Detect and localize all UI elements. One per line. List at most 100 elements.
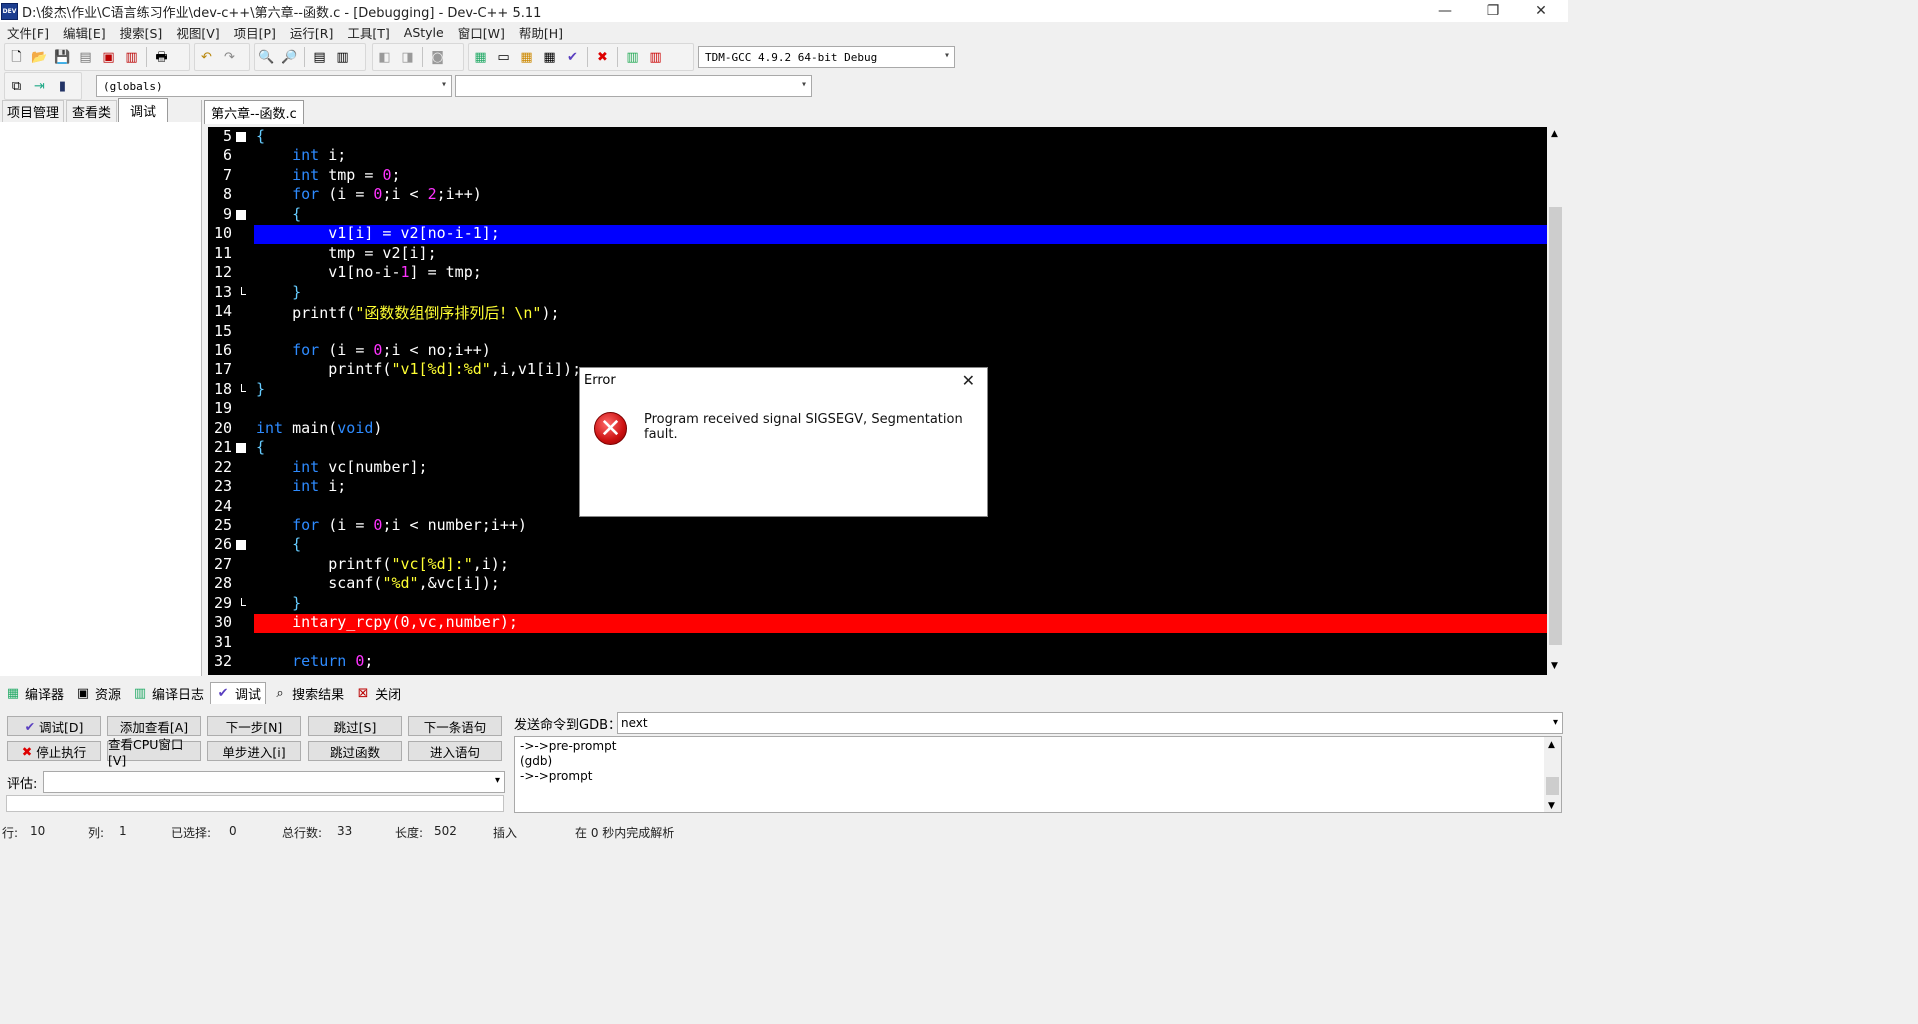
compile-run-icon[interactable]: ▦ [517, 48, 536, 67]
fold-toggle-icon[interactable] [236, 540, 246, 551]
unindent-icon[interactable]: ◨ [398, 48, 417, 67]
toggle-comment-icon[interactable]: ◙ [428, 48, 447, 67]
run-icon[interactable]: ▭ [494, 48, 513, 67]
find-icon[interactable]: 🔍 [257, 48, 276, 67]
stop-icon: ✖ [21, 743, 33, 759]
scroll-down-icon[interactable]: ▼ [1551, 661, 1558, 671]
check-icon: ✔ [24, 718, 36, 734]
tab-search[interactable]: ⌕ 搜索结果 [267, 682, 349, 704]
file-tab[interactable]: 第六章--函数.c [204, 100, 304, 124]
close-icon: ⊠ [357, 685, 369, 701]
debug-button[interactable]: 查看CPU窗口[V] [107, 737, 201, 768]
replace-icon[interactable]: 🔎 [280, 48, 299, 67]
debug-button[interactable]: 跳过函数 [308, 741, 402, 761]
debug-button[interactable]: ✔ 调试[D] [7, 716, 101, 736]
menu-item[interactable]: 工具[T] [340, 23, 396, 42]
delete-profile-icon[interactable]: ▥ [646, 48, 665, 67]
eval-input[interactable]: ▾ [43, 771, 505, 793]
save-all-icon[interactable]: ▤ [76, 48, 95, 67]
menu-bar: 文件[F] 编辑[E] 搜索[S] 视图[V] 项目[P] 运行[R] 工具[T] AStyl… [0, 22, 1568, 42]
tab-project-manager[interactable]: 项目管理 [2, 100, 64, 122]
tab-grid[interactable]: ▦ 编译器 [0, 682, 69, 704]
menu-item[interactable]: 文件[F] [0, 23, 56, 42]
status-bar: 行: 10 列: 1 已选择: 0 总行数: 33 长度: 502 插入 在 0… [0, 822, 1568, 840]
print-icon[interactable]: 🖶 [152, 48, 171, 67]
profile-icon[interactable]: ▥ [623, 48, 642, 67]
compile-icon[interactable]: ▦ [471, 48, 490, 67]
status-line-value: 10 [30, 824, 46, 838]
compiler-select-value: TDM-GCC 4.9.2 64-bit Debug [705, 50, 878, 64]
debug-button[interactable]: ✖ 停止执行 [7, 741, 101, 761]
menu-item[interactable]: 搜索[S] [113, 23, 170, 42]
debug-button[interactable]: 跳过[S] [308, 716, 402, 736]
fold-toggle-icon[interactable] [236, 132, 246, 142]
compiler-select[interactable]: TDM-GCC 4.9.2 64-bit Debug ▾ [698, 46, 955, 68]
menu-item[interactable]: 帮助[H] [512, 23, 570, 42]
undo-icon[interactable]: ↶ [197, 48, 216, 67]
bookmark-icon[interactable]: ▥ [333, 48, 352, 67]
rebuild-icon[interactable]: ▦ [540, 48, 559, 67]
debug-watch-panel[interactable] [0, 122, 201, 676]
menu-item[interactable]: 编辑[E] [56, 23, 113, 42]
editor-scrollbar[interactable]: ▲ ▼ [1547, 127, 1564, 675]
minimize-button[interactable]: — [1422, 0, 1468, 22]
save-icon[interactable]: 💾 [53, 48, 72, 67]
menu-item[interactable]: 窗口[W] [451, 23, 512, 42]
debug-button-label: 下一步[N] [225, 719, 283, 735]
stop-icon[interactable]: ✖ [593, 48, 612, 67]
close-all-icon[interactable]: ▥ [122, 48, 141, 67]
fold-toggle-icon[interactable] [236, 443, 246, 454]
syntax-check-icon[interactable]: ✔ [563, 48, 582, 67]
debug-button[interactable]: 下一步[N] [207, 716, 301, 736]
debug-button[interactable]: 单步进入[i] [207, 741, 301, 761]
tab-class-browser[interactable]: 查看类 [66, 100, 117, 122]
open-file-icon[interactable]: 📂 [30, 48, 49, 67]
new-file-icon[interactable]: 🗋 [7, 48, 26, 67]
scope-select-value: (globals) [103, 79, 163, 93]
indent-icon[interactable]: ◧ [375, 48, 394, 67]
code-line: v1[no-i-1] = tmp; [256, 263, 482, 282]
menu-item[interactable]: AStyle [397, 25, 451, 40]
debug-button[interactable]: 进入语句 [408, 741, 502, 761]
debug-button[interactable]: 添加查看[A] [107, 716, 201, 736]
debug-button[interactable]: 下一条语句 [408, 716, 502, 736]
toolbar-separator [587, 47, 588, 67]
redo-icon[interactable]: ↷ [220, 48, 239, 67]
fold-toggle-icon[interactable] [236, 209, 246, 220]
output-scrollbar[interactable]: ▲ ▼ [1544, 737, 1561, 812]
code-line: scanf("%d",&vc[i]); [256, 574, 500, 593]
line-number: 26 [213, 535, 232, 554]
tab-label: 编译日志 [152, 687, 205, 703]
scope-select[interactable]: (globals) ▾ [96, 75, 452, 97]
scrollbar-thumb[interactable] [1549, 207, 1562, 645]
gdb-command-input[interactable]: next ▾ [617, 712, 1563, 734]
bookmark-toggle-icon[interactable]: ▮ [53, 77, 72, 96]
tab-resource[interactable]: ▣ 资源 [70, 682, 126, 704]
scroll-up-icon[interactable]: ▲ [1548, 738, 1555, 753]
menu-item[interactable]: 运行[R] [283, 23, 340, 42]
file-toolbar: 🗋 📂 💾 ▤ ▣ ▥ 🖶 [4, 43, 190, 71]
tab-debug[interactable]: 调试 [118, 98, 168, 122]
scrollbar-thumb[interactable] [1546, 777, 1559, 795]
gdb-output[interactable]: ->->pre-prompt (gdb) ->->prompt ▲ ▼ [514, 736, 1562, 813]
menu-item[interactable]: 项目[P] [227, 23, 283, 42]
tab-check[interactable]: ✔ 调试 [210, 682, 267, 704]
menu-item[interactable]: 视图[V] [169, 23, 226, 42]
close-file-icon[interactable]: ▣ [99, 48, 118, 67]
function-select[interactable]: ▾ [455, 75, 812, 97]
status-mode: 插入 [493, 826, 518, 840]
line-number: 8 [222, 185, 232, 204]
dialog-close-button[interactable]: ✕ [962, 371, 975, 390]
restore-button[interactable]: ❐ [1470, 0, 1516, 22]
insert-icon[interactable]: ⇥ [30, 77, 49, 96]
scroll-up-icon[interactable]: ▲ [1551, 129, 1558, 139]
tab-chart[interactable]: ▥ 编译日志 [127, 682, 209, 704]
status-line-label: 行: [2, 826, 19, 840]
gdb-output-line: ->->prompt [520, 769, 593, 783]
new-class-icon[interactable]: ⧉ [7, 77, 26, 96]
close-window-button[interactable]: ✕ [1518, 0, 1564, 22]
scroll-down-icon[interactable]: ▼ [1548, 799, 1555, 814]
code-line: for (i = 0;i < no;i++) [292, 340, 491, 359]
goto-icon[interactable]: ▤ [310, 48, 329, 67]
tab-close[interactable]: ⊠ 关闭 [350, 682, 406, 704]
